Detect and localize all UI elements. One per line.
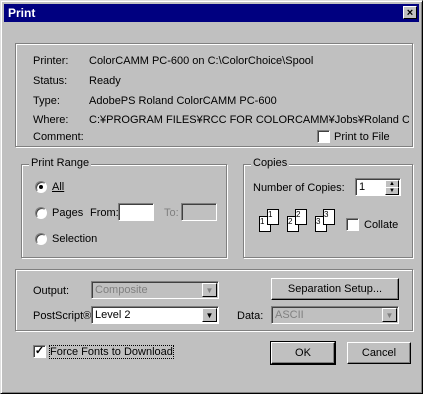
copies-value: 1 [359,181,366,193]
force-fonts-checkbox[interactable]: ✓ [33,345,46,358]
comment-label: Comment: [33,131,84,143]
chevron-down-icon[interactable]: ▼ [202,283,217,297]
postscript-dropdown[interactable]: Level 2 ▼ [91,306,219,324]
dialog-title: Print [8,6,36,20]
to-label: To: [164,207,179,219]
printer-value: ColorCAMM PC-600 on C:\ColorChoice\Spool [89,55,314,67]
collate-checkbox[interactable] [346,218,359,231]
radio-pages[interactable] [35,207,47,219]
radio-all[interactable] [35,181,47,193]
copies-legend: Copies [251,157,290,169]
output-label: Output: [33,285,70,297]
ok-button[interactable]: OK [270,341,336,365]
from-input[interactable] [118,203,154,221]
radio-all-label[interactable]: All [52,181,64,193]
print-to-file-label[interactable]: Print to File [334,131,390,143]
postscript-label: PostScript®: [33,310,95,322]
collate-label[interactable]: Collate [364,219,398,231]
print-dialog: Print × Printer: ColorCAMM PC-600 on C:\… [0,0,423,394]
chevron-down-icon[interactable]: ▼ [382,308,397,322]
from-label: From: [90,207,119,219]
postscript-value: Level 2 [95,309,131,321]
type-label: Type: [33,95,60,107]
output-dropdown[interactable]: Composite ▼ [91,281,219,299]
status-label: Status: [33,75,68,87]
copies-down-arrow[interactable]: ▼ [385,187,399,195]
force-fonts-label[interactable]: Force Fonts to Download [49,345,174,359]
cancel-button[interactable]: Cancel [347,342,411,364]
data-dropdown[interactable]: ASCII ▼ [271,306,399,324]
data-value: ASCII [275,309,304,321]
output-value: Composite [95,284,148,296]
where-value: C:¥PROGRAM FILES¥RCC FOR COLORCAMM¥Jobs¥… [89,114,409,126]
radio-pages-label[interactable]: Pages [52,207,83,219]
number-of-copies-label: Number of Copies: [253,182,345,194]
title-bar[interactable]: Print × [4,4,419,22]
data-label: Data: [237,310,264,322]
status-value: Ready [89,75,121,87]
print-range-legend: Print Range [29,157,92,169]
collate-page-icon: 1 [267,209,279,225]
where-label: Where: [33,114,69,126]
separation-setup-button[interactable]: Separation Setup... [271,278,399,300]
to-input[interactable] [181,203,217,221]
printer-label: Printer: [33,55,69,67]
radio-selection[interactable] [35,233,47,245]
print-to-file-checkbox[interactable] [317,130,330,143]
collate-page-icon: 2 [295,209,307,225]
close-button[interactable]: × [403,6,417,19]
type-value: AdobePS Roland ColorCAMM PC-600 [89,95,277,107]
chevron-down-icon[interactable]: ▼ [202,308,217,322]
collate-page-icon: 3 [323,209,335,225]
radio-selection-label[interactable]: Selection [52,233,97,245]
